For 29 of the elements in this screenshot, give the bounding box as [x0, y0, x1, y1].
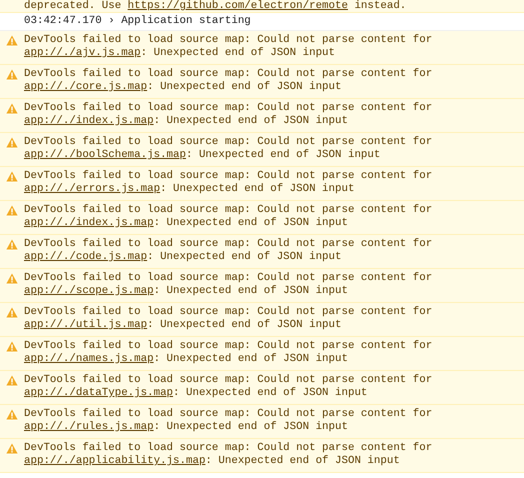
source-link[interactable]: app://./index.js.map — [24, 217, 154, 229]
source-link[interactable]: app://./dataType.js.map — [24, 387, 174, 399]
log-message: DevTools failed to load source map: Could not parse content for app://./names.js.map: Unexpected end of JSON input — [24, 340, 434, 366]
source-link[interactable]: app://./index.js.map — [24, 115, 154, 127]
source-link[interactable]: https://github.com/electron/remote — [128, 0, 348, 12]
log-message: DevTools failed to load source map: Could not parse content for app://./errors.js.map: Unexpected end of JSON input — [24, 170, 434, 196]
source-link[interactable]: app://./util.js.map — [24, 319, 148, 331]
source-link[interactable]: app://./ajv.js.map — [24, 47, 141, 59]
source-link[interactable]: app://./applicability.js.map — [24, 455, 206, 467]
source-link[interactable]: app://./boolSchema.js.map — [24, 149, 186, 161]
source-link[interactable]: app://./code.js.map — [24, 251, 148, 263]
log-message: DevTools failed to load source map: Could not parse content for app://./index.js.map: Unexpected end of JSON input — [24, 204, 434, 230]
log-message: DevTools failed to load source map: Could not parse content for app://./dataType.js.map: Unexpected end of JSON input — [24, 374, 434, 400]
log-message: DevTools failed to load source map: Could not parse content for app://./util.js.map: Unexpected end of JSON input — [24, 306, 434, 332]
log-message: deprecated. Use https://github.com/electron/remote instead. — [24, 0, 408, 12]
log-message: DevTools failed to load source map: Could not parse content for app://./index.js.map: Unexpected end of JSON input — [24, 102, 434, 128]
log-message: 03:42:47.170 › Application starting — [24, 15, 252, 28]
source-link[interactable]: app://./core.js.map — [24, 81, 148, 93]
log-message: DevTools failed to load source map: Could not parse content for app://./ajv.js.map: Unexpected end of JSON input — [24, 34, 434, 60]
log-message: DevTools failed to load source map: Could not parse content for app://./code.js.map: Unexpected end of JSON input — [24, 238, 434, 264]
source-link[interactable]: app://./names.js.map — [24, 353, 154, 365]
source-link[interactable]: app://./rules.js.map — [24, 421, 154, 433]
source-link[interactable]: app://./scope.js.map — [24, 285, 154, 297]
source-link[interactable]: app://./errors.js.map — [24, 183, 160, 195]
log-message: DevTools failed to load source map: Could not parse content for app://./scope.js.map: Unexpected end of JSON input — [24, 272, 434, 298]
log-message: DevTools failed to load source map: Could not parse content for app://./core.js.map: Unexpected end of JSON input — [24, 68, 434, 94]
log-message: DevTools failed to load source map: Could not parse content for app://./boolSchema.js.map: Unexpected end of JSON input — [24, 136, 434, 162]
log-message: DevTools failed to load source map: Could not parse content for app://./rules.js.map: Unexpected end of JSON input — [24, 408, 434, 434]
log-message: DevTools failed to load source map: Could not parse content for app://./applicability.js.map: Unexpected end of JSON input — [24, 442, 434, 468]
